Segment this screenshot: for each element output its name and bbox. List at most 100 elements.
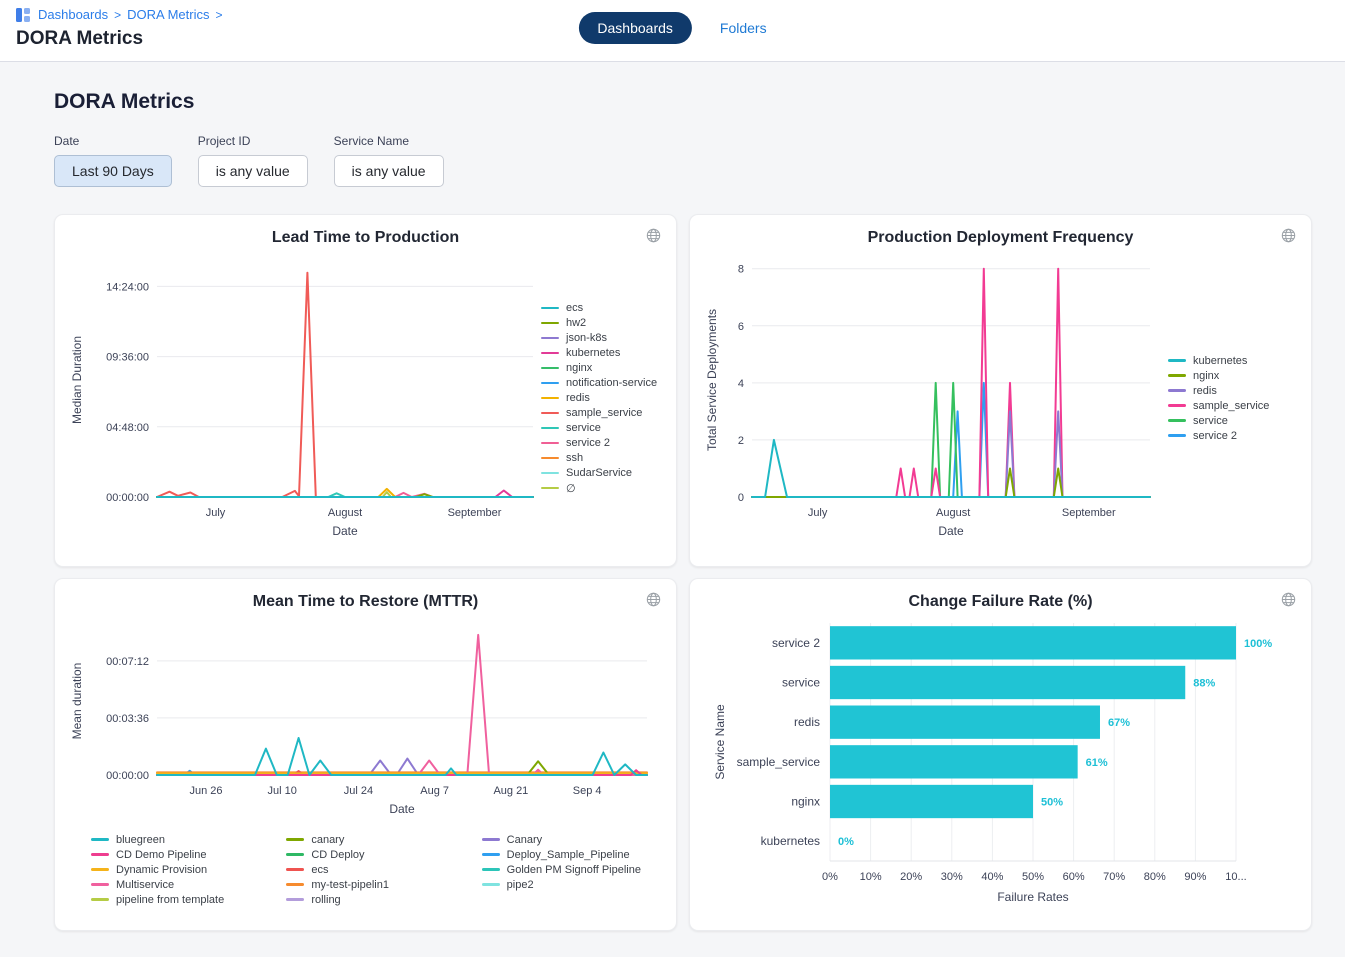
legend-item[interactable]: service xyxy=(541,421,657,436)
svg-text:100%: 100% xyxy=(1244,638,1272,650)
tile-grid: Lead Time to Production 00:00:0004:48:00… xyxy=(54,214,1312,931)
tile-title: Lead Time to Production xyxy=(69,229,662,247)
legend-item[interactable]: service xyxy=(1168,413,1269,428)
filter-bar: Date Last 90 Days Project ID is any valu… xyxy=(54,134,1312,187)
svg-text:10...: 10... xyxy=(1225,871,1246,883)
legend-swatch xyxy=(1168,359,1186,362)
tile-title: Production Deployment Frequency xyxy=(704,229,1297,247)
dashboards-grid-icon xyxy=(16,8,30,22)
breadcrumb-link-dashboards[interactable]: Dashboards xyxy=(38,7,108,22)
change-failure-rate-chart: 0%10%20%30%40%50%60%70%80%90%10...100%se… xyxy=(712,611,1290,915)
legend-label: CD Deploy xyxy=(311,849,364,861)
svg-text:Total Service Deployments: Total Service Deployments xyxy=(705,309,719,451)
svg-text:Failure Rates: Failure Rates xyxy=(997,890,1068,904)
svg-text:00:07:12: 00:07:12 xyxy=(106,656,149,668)
top-header: Dashboards > DORA Metrics > DORA Metrics… xyxy=(0,0,1345,62)
legend-item[interactable]: bluegreen xyxy=(91,832,260,847)
legend-label: Canary xyxy=(507,834,542,846)
legend-item[interactable]: Golden PM Signoff Pipeline xyxy=(482,862,651,877)
legend-item[interactable]: kubernetes xyxy=(1168,353,1269,368)
svg-text:09:36:00: 09:36:00 xyxy=(106,352,149,364)
legend-label: sample_service xyxy=(1193,400,1269,412)
legend-item[interactable]: redis xyxy=(1168,383,1269,398)
legend-label: notification-service xyxy=(566,377,657,389)
globe-icon[interactable] xyxy=(1279,226,1298,248)
svg-text:August: August xyxy=(328,507,362,519)
legend-swatch xyxy=(91,853,109,856)
legend-item[interactable]: ecs xyxy=(541,301,657,316)
legend-item[interactable]: service 2 xyxy=(541,436,657,451)
mttr-legend: bluegreen CD Demo Pipeline Dynamic Provisi… xyxy=(91,832,651,907)
svg-text:July: July xyxy=(808,507,828,519)
legend-label: CD Demo Pipeline xyxy=(116,849,206,861)
legend-item[interactable]: hw2 xyxy=(541,316,657,331)
svg-text:00:00:00: 00:00:00 xyxy=(106,492,149,504)
legend-item[interactable]: Dynamic Provision xyxy=(91,862,260,877)
legend-swatch xyxy=(541,352,559,355)
legend-swatch xyxy=(286,853,304,856)
legend-swatch xyxy=(286,898,304,901)
legend-label: kubernetes xyxy=(1193,355,1247,367)
globe-icon[interactable] xyxy=(1279,590,1298,612)
svg-text:September: September xyxy=(1062,507,1116,519)
legend-swatch xyxy=(286,883,304,886)
legend-label: my-test-pipelin1 xyxy=(311,879,389,891)
svg-text:kubernetes: kubernetes xyxy=(760,834,819,848)
breadcrumb-link-dora-metrics[interactable]: DORA Metrics xyxy=(127,7,209,22)
legend-item[interactable]: nginx xyxy=(1168,368,1269,383)
legend-label: canary xyxy=(311,834,344,846)
legend-item[interactable]: CD Deploy xyxy=(286,847,455,862)
legend-item[interactable]: json-k8s xyxy=(541,331,657,346)
tab-dashboards[interactable]: Dashboards xyxy=(578,12,692,44)
legend-item[interactable]: Canary xyxy=(482,832,651,847)
legend-label: json-k8s xyxy=(566,332,607,344)
legend-item[interactable]: sample_service xyxy=(1168,398,1269,413)
filter-service-name-label: Service Name xyxy=(334,134,444,148)
svg-text:70%: 70% xyxy=(1103,871,1125,883)
legend-item[interactable]: Deploy_Sample_Pipeline xyxy=(482,847,651,862)
legend-item[interactable]: my-test-pipelin1 xyxy=(286,877,455,892)
globe-icon[interactable] xyxy=(644,226,663,248)
legend-item[interactable]: service 2 xyxy=(1168,428,1269,443)
svg-text:50%: 50% xyxy=(1041,797,1063,809)
deployment-frequency-chart: 02468JulyAugustSeptemberDateTotal Servic… xyxy=(704,247,1166,549)
legend-item[interactable]: SudarService xyxy=(541,466,657,481)
legend-label: ecs xyxy=(311,864,328,876)
legend-item[interactable]: notification-service xyxy=(541,376,657,391)
svg-text:80%: 80% xyxy=(1143,871,1165,883)
filter-project-id-value[interactable]: is any value xyxy=(198,155,308,187)
svg-text:service: service xyxy=(781,676,819,690)
legend-swatch xyxy=(286,868,304,871)
legend-item[interactable]: rolling xyxy=(286,892,455,907)
lead-time-legend: ecshw2json-k8s kubernetesnginxnotificatio… xyxy=(541,301,657,496)
svg-text:60%: 60% xyxy=(1062,871,1084,883)
svg-text:August: August xyxy=(936,507,970,519)
tile-deployment-frequency: Production Deployment Frequency 02468Jul… xyxy=(689,214,1312,567)
legend-item[interactable]: nginx xyxy=(541,361,657,376)
svg-text:sample_service: sample_service xyxy=(736,755,820,769)
legend-label: Dynamic Provision xyxy=(116,864,207,876)
legend-item[interactable]: CD Demo Pipeline xyxy=(91,847,260,862)
filter-service-name-value[interactable]: is any value xyxy=(334,155,444,187)
legend-swatch xyxy=(91,898,109,901)
legend-item[interactable]: kubernetes xyxy=(541,346,657,361)
globe-icon[interactable] xyxy=(644,590,663,612)
svg-text:2: 2 xyxy=(738,435,744,447)
legend-item[interactable]: pipeline from template xyxy=(91,892,260,907)
svg-text:Jul 10: Jul 10 xyxy=(268,785,297,797)
legend-item[interactable]: ∅ xyxy=(541,481,657,496)
filter-date-value[interactable]: Last 90 Days xyxy=(54,155,172,187)
legend-item[interactable]: canary xyxy=(286,832,455,847)
legend-item[interactable]: ssh xyxy=(541,451,657,466)
legend-label: sample_service xyxy=(566,407,642,419)
legend-item[interactable]: redis xyxy=(541,391,657,406)
legend-item[interactable]: ecs xyxy=(286,862,455,877)
svg-text:30%: 30% xyxy=(940,871,962,883)
tab-folders[interactable]: Folders xyxy=(720,20,767,36)
svg-text:10%: 10% xyxy=(859,871,881,883)
legend-label: ssh xyxy=(566,452,583,464)
legend-item[interactable]: Multiservice xyxy=(91,877,260,892)
legend-item[interactable]: sample_service xyxy=(541,406,657,421)
legend-item[interactable]: pipe2 xyxy=(482,877,651,892)
svg-text:Aug 21: Aug 21 xyxy=(493,785,528,797)
